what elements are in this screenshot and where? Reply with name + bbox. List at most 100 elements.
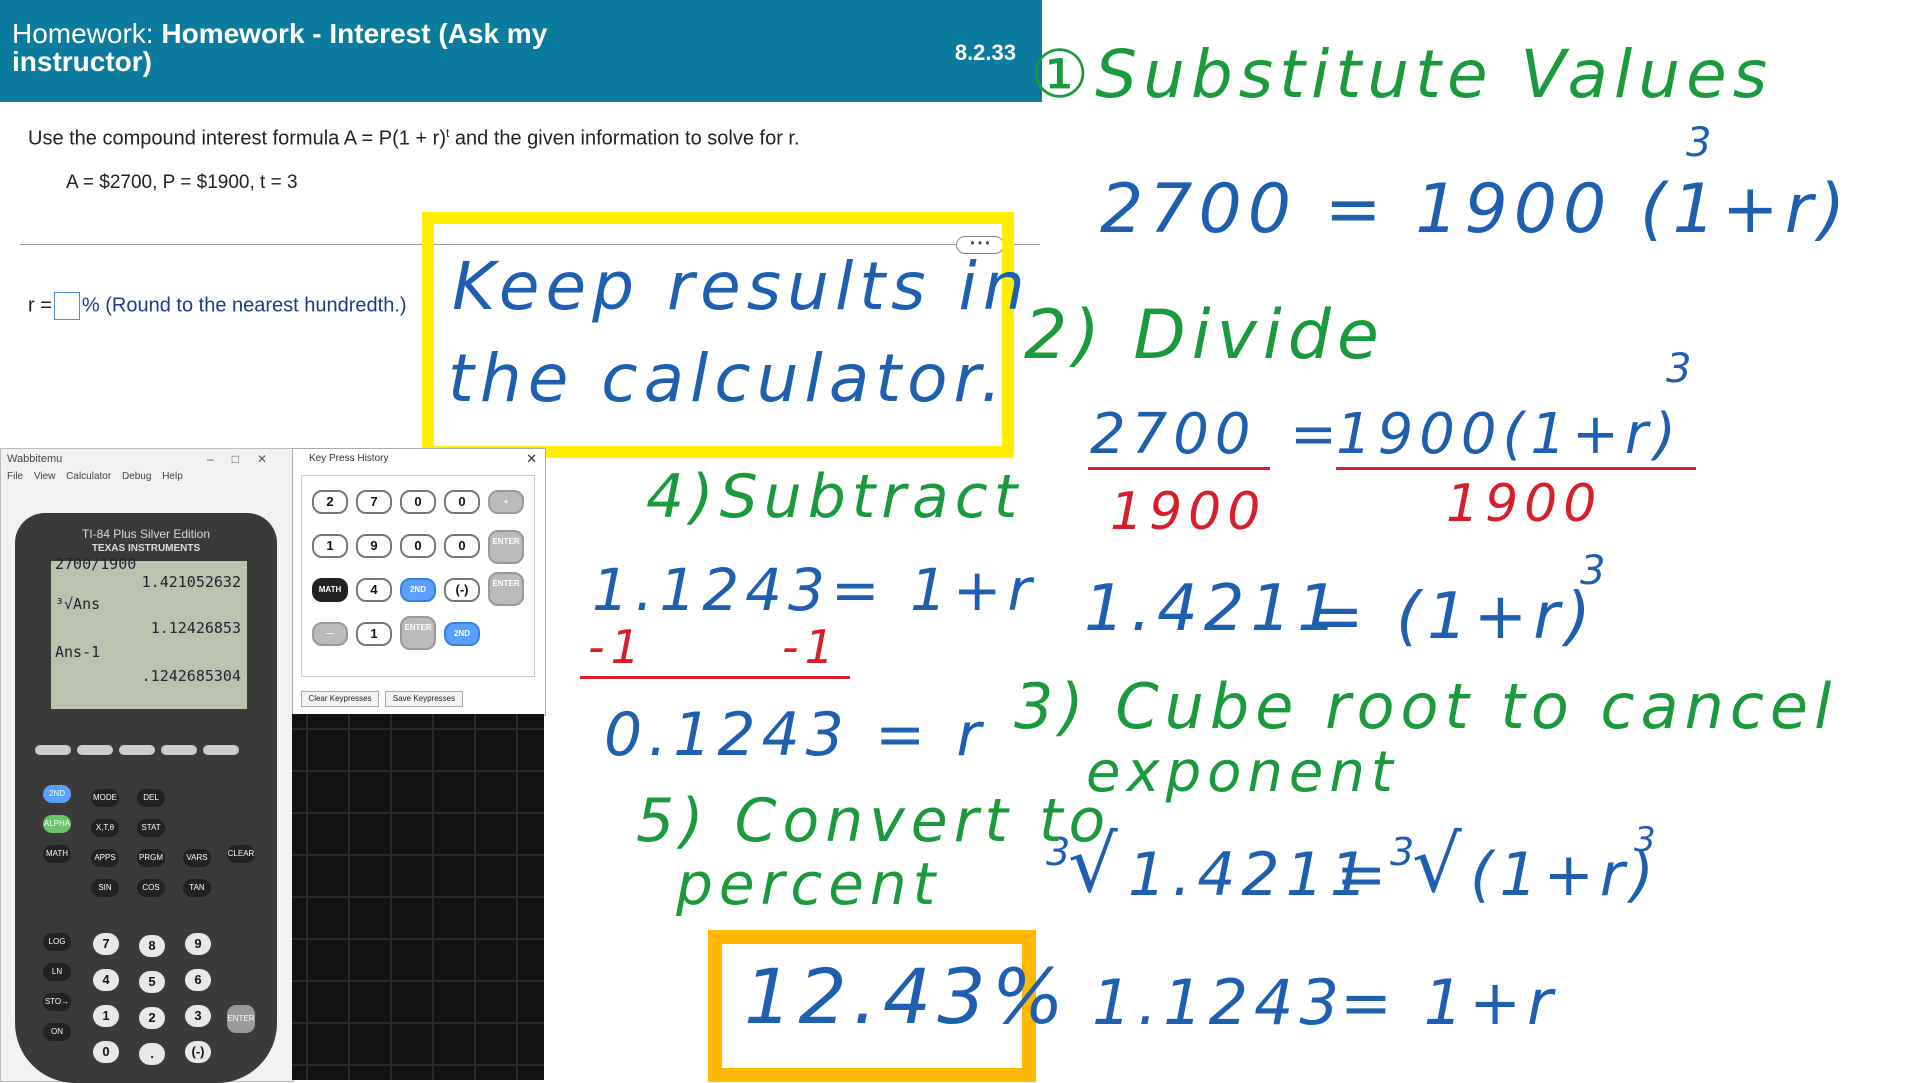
eq2-left: 1.4211 [1084,572,1344,646]
key-alpha[interactable]: ALPHA [43,815,71,833]
key-math[interactable]: MATH [43,845,71,863]
div-numerator-right: 1900(1+r) [1336,402,1682,467]
history-key: 0 [400,534,436,558]
key-8[interactable]: 8 [139,935,165,957]
history-key: + [488,490,524,514]
root-equals: = [1336,840,1393,910]
key-negative[interactable]: (-) [185,1041,211,1063]
history-key: — [312,622,348,646]
history-key: ENTER [488,530,524,564]
div-denominator-left: 1900 [1110,482,1267,542]
screen-line: 2700/1900 [55,555,137,573]
homework-title-line2: instructor) [12,46,152,77]
homework-title-line1: Homework - Interest (Ask my [161,18,548,49]
calculator-window: Wabbitemu –□✕ File View Calculator Debug… [0,448,294,1083]
div-equals: = [1290,402,1343,467]
problem-id: 8.2.33 [954,40,1016,65]
step5-line2: percent [676,850,942,918]
key-cos[interactable]: COS [137,879,165,897]
key-sin[interactable]: SIN [91,879,119,897]
given-values: A = $2700, P = $1900, t = 3 [66,172,298,193]
key-clear[interactable]: CLEAR [227,845,255,863]
calculator-menu[interactable]: File View Calculator Debug Help [1,471,293,489]
result-percent: 12.43% [744,952,1070,1041]
history-key: 2ND [444,622,480,646]
eq3-right: = 1+r [1340,966,1559,1039]
key-ln[interactable]: LN [43,963,71,981]
subtract-left: -1 [588,620,646,674]
key-decimal[interactable]: . [139,1043,165,1065]
history-key: 9 [356,534,392,558]
question-text: Use the compound interest formula A = P(… [28,126,800,151]
subtract-eq: 1.1243= 1+r [592,556,1038,624]
key-log[interactable]: LOG [43,933,71,951]
step1-label: ①Substitute Values [1030,36,1774,113]
key-3[interactable]: 3 [185,1005,211,1027]
answer-prefix: r = [28,294,52,317]
screen-line: ³√Ans [55,595,101,613]
eq3-left: 1.1243 [1092,966,1345,1039]
key-0[interactable]: 0 [93,1041,119,1063]
calculator-titlebar: Wabbitemu –□✕ [1,449,293,471]
screen-line: 1.421052632 [141,573,241,591]
calculator-title: Wabbitemu [7,453,63,465]
key-mode[interactable]: MODE [91,789,119,807]
kph-title: Key Press History [309,453,389,464]
div-numerator-left: 2700 [1090,402,1257,467]
homework-label: Homework: [12,18,154,49]
key-apps[interactable]: APPS [91,849,119,867]
eq1-exponent: 3 [1686,120,1718,166]
history-key: 7 [356,490,392,514]
fraction-bar-left [1088,467,1270,470]
close-icon[interactable]: ✕ [526,451,537,467]
history-key: 0 [444,490,480,514]
key-xton[interactable]: X,T,θ [91,819,119,837]
clear-keypresses-button[interactable]: Clear Keypresses [301,691,379,707]
homework-title: Homework: Homework - Interest (Ask my in… [12,20,772,76]
history-key: ENTER [488,572,524,606]
fraction-bar-right [1336,467,1696,470]
history-key: ENTER [400,616,436,650]
question-post: and the given information to solve for r… [449,127,800,150]
key-5[interactable]: 5 [139,971,165,993]
key-del[interactable]: DEL [137,789,165,807]
answer-input[interactable] [53,292,80,320]
answer-row: r = % (Round to the nearest hundredth.) [28,292,407,320]
keypress-list: 2 7 0 0 + 1 9 0 0 ENTER MATH 4 2ND (-) E… [301,475,535,677]
window-controls[interactable]: –□✕ [207,452,285,466]
key-enter[interactable]: ENTER [227,1005,255,1033]
homework-header: Homework: Homework - Interest (Ask my in… [0,0,1042,102]
history-key: 2ND [400,578,436,602]
eq2-exponent: 3 [1580,548,1612,594]
key-tan[interactable]: TAN [183,879,211,897]
step3-line2: exponent [1086,740,1399,805]
eq1: 2700 = 1900 (1+r) [1100,170,1852,249]
save-keypresses-button[interactable]: Save Keypresses [385,691,463,707]
step5-line1: 5) Convert to [636,786,1112,856]
key-on[interactable]: ON [43,1023,71,1041]
key-2nd[interactable]: 2ND [43,785,71,803]
key-prgm[interactable]: PRGM [137,849,165,867]
step3-line1: 3) Cube root to cancel [1014,670,1838,743]
ti84-body: TI-84 Plus Silver Edition TEXAS INSTRUME… [15,513,277,1083]
key-7[interactable]: 7 [93,933,119,955]
key-1[interactable]: 1 [93,1005,119,1027]
key-stat[interactable]: STAT [137,819,165,837]
key-2[interactable]: 2 [139,1007,165,1029]
calculator-screen: 2700/1900 1.421052632 ³√Ans 1.12426853 A… [51,555,247,709]
key-6[interactable]: 6 [185,969,211,991]
key-sto[interactable]: STO→ [43,993,71,1011]
function-keys[interactable] [35,745,265,757]
subtract-rule [580,676,850,679]
history-key: 1 [356,622,392,646]
history-key: MATH [312,578,348,602]
key-vars[interactable]: VARS [183,849,211,867]
history-key: 2 [312,490,348,514]
key-9[interactable]: 9 [185,933,211,955]
screen-line: Ans-1 [55,643,101,661]
key-4[interactable]: 4 [93,969,119,991]
subtract-result: 0.1243 = r [604,700,988,770]
kph-titlebar: Key Press History ✕ [293,449,545,471]
history-key: 0 [444,534,480,558]
history-key: (-) [444,578,480,602]
